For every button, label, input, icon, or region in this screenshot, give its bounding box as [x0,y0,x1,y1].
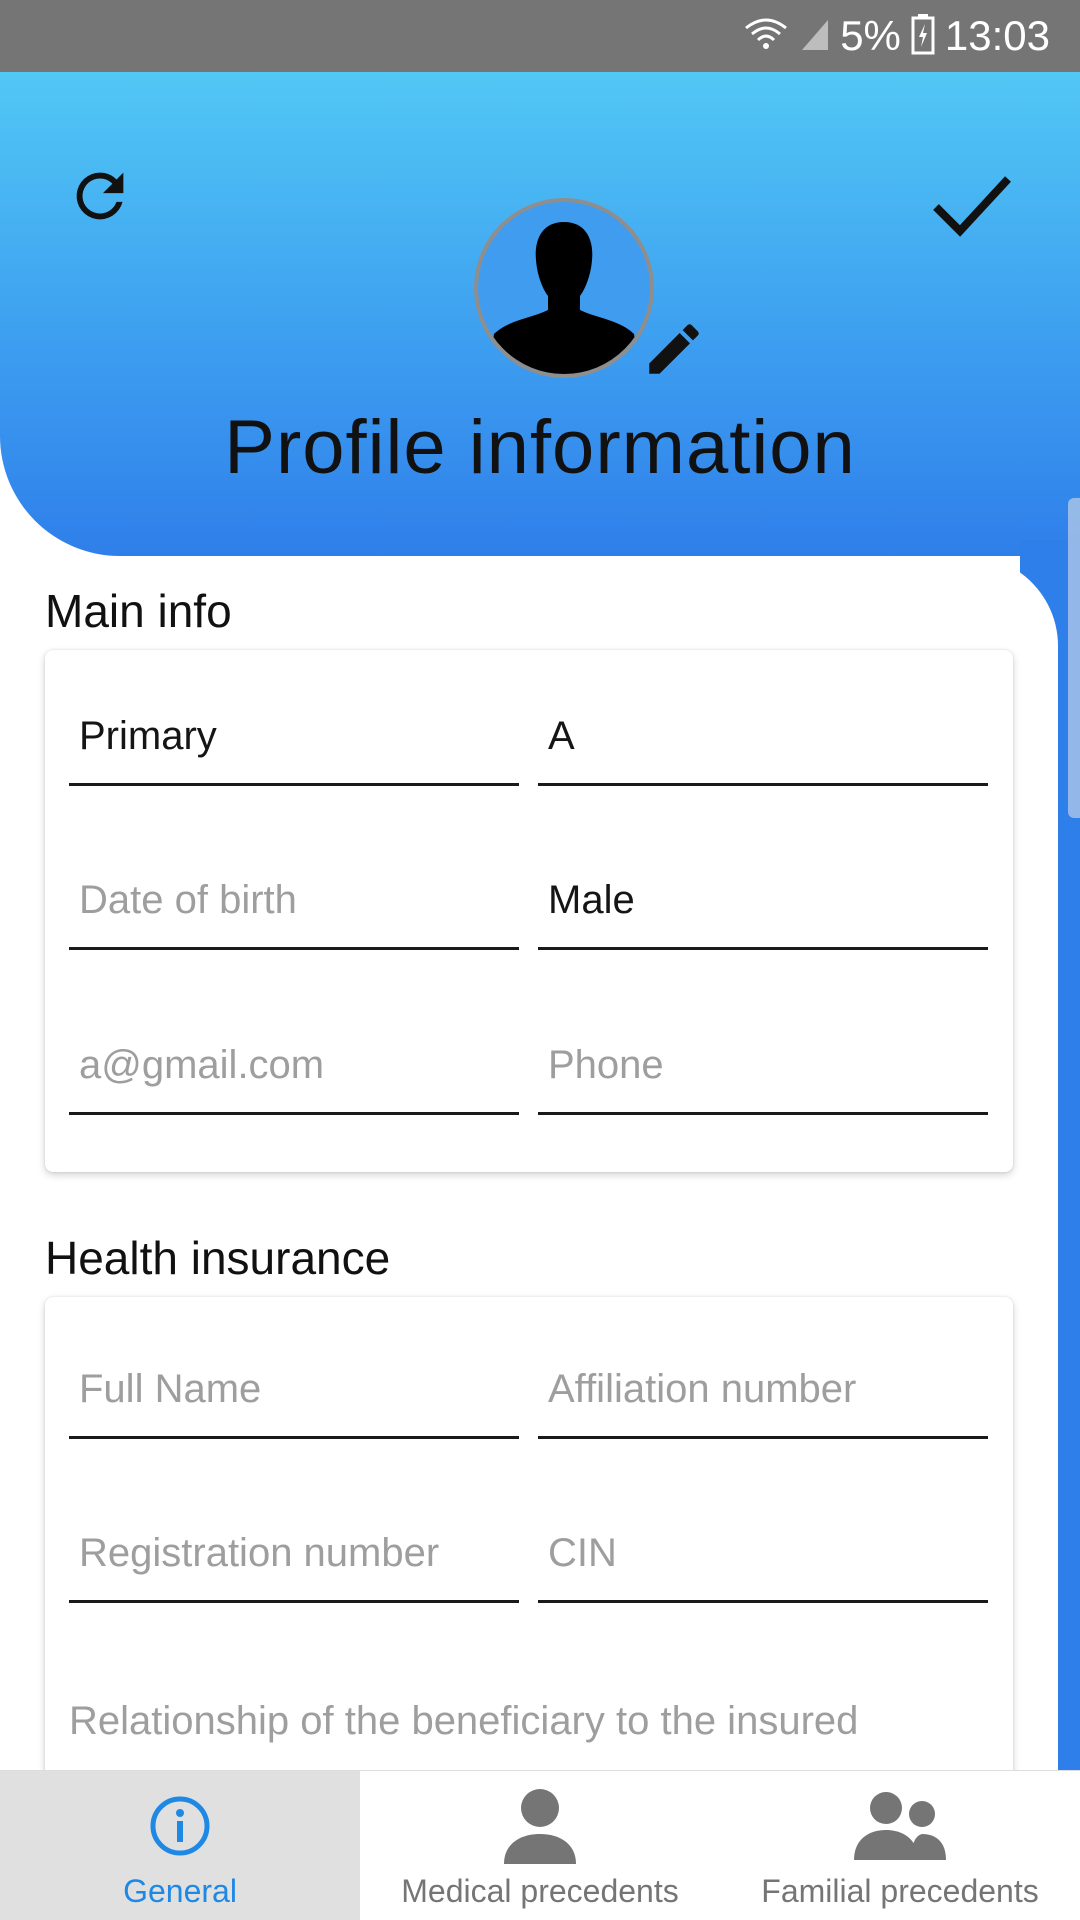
tab-familial-precedents[interactable]: Familial precedents [720,1771,1080,1920]
date-of-birth-placeholder: Date of birth [79,878,297,922]
first-name-value: Primary [79,714,217,758]
gender-field[interactable]: Male [538,878,988,950]
registration-number-placeholder: Registration number [79,1531,440,1575]
tab-medical-precedents-label: Medical precedents [401,1873,679,1909]
battery-icon [911,13,935,60]
gender-value: Male [548,878,635,922]
phone-placeholder: Phone [548,1043,664,1087]
last-name-value: A [548,714,575,758]
cin-placeholder: CIN [548,1531,617,1575]
affiliation-number-placeholder: Affiliation number [548,1367,857,1411]
tab-familial-precedents-label: Familial precedents [761,1873,1039,1909]
date-of-birth-field[interactable]: Date of birth [69,878,519,950]
registration-number-field[interactable]: Registration number [69,1531,519,1603]
status-bar: 5% 13:03 [0,0,1080,72]
person-icon [504,1789,576,1864]
full-name-placeholder: Full Name [79,1367,262,1411]
save-button[interactable] [930,168,1014,244]
phone-field[interactable]: Phone [538,1043,988,1115]
email-placeholder: a@gmail.com [79,1043,325,1087]
check-icon [933,176,1011,237]
main-info-card: Primary A Date of birth Male a@gmail.com… [45,650,1013,1172]
bottom-navigation: General Medical precedents Familial prec… [0,1770,1080,1920]
clock: 13:03 [944,12,1050,59]
health-insurance-title: Health insurance [45,1232,391,1284]
tab-general[interactable]: General [0,1771,360,1920]
avatar[interactable] [474,198,654,378]
tab-general-label: General [123,1873,237,1909]
health-insurance-card: Full Name Affiliation number Registratio… [45,1297,1013,1817]
refresh-icon [76,172,124,220]
page-title: Profile information [224,405,856,490]
tab-medical-precedents[interactable]: Medical precedents [360,1771,720,1920]
cin-field[interactable]: CIN [538,1531,988,1603]
pencil-icon [649,324,699,374]
battery-percent: 5% [840,12,901,59]
refresh-button[interactable] [62,158,138,234]
full-name-field[interactable]: Full Name [69,1367,519,1439]
affiliation-number-field[interactable]: Affiliation number [538,1367,988,1439]
edit-avatar-button[interactable] [640,316,708,382]
first-name-field[interactable]: Primary [69,714,519,786]
relationship-field[interactable]: Relationship of the beneficiary to the i… [69,1699,858,1744]
scroll-indicator [1068,498,1080,818]
people-icon [854,1792,946,1860]
signal-icon [800,16,830,57]
person-silhouette-icon [488,222,640,374]
last-name-field[interactable]: A [538,714,988,786]
info-icon [150,1796,210,1856]
main-info-title: Main info [45,585,232,637]
email-field[interactable]: a@gmail.com [69,1043,519,1115]
profile-screen: 5% 13:03 Profile information Main info P… [0,0,1080,1920]
wifi-icon [742,14,790,59]
